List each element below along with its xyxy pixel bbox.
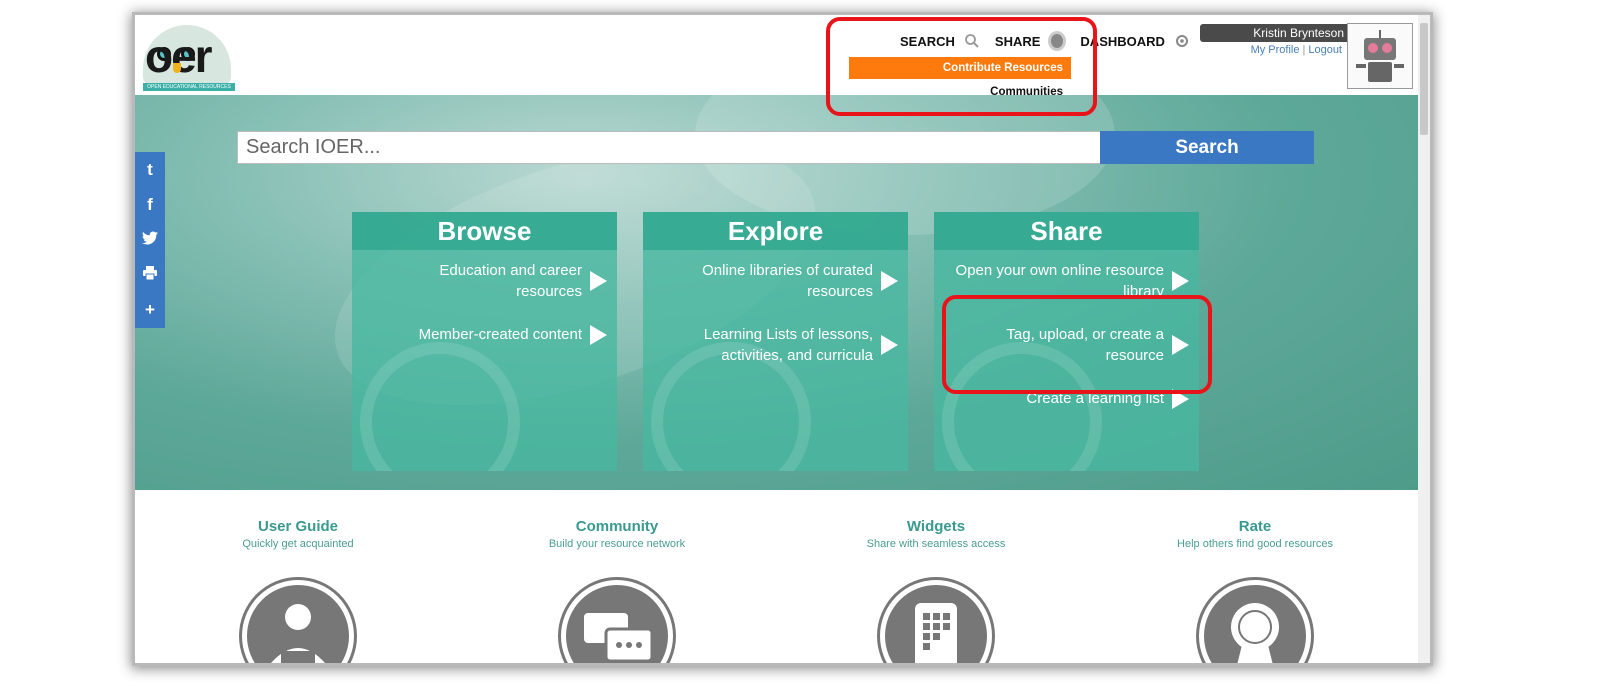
browse-card: Browse Education and career resources Me… — [352, 212, 617, 471]
owl-beak — [173, 63, 181, 73]
add-share-icon[interactable]: + — [135, 292, 165, 327]
highlight-share-menu — [826, 17, 1097, 116]
share-title: Share — [934, 212, 1199, 250]
award-icon — [1199, 580, 1311, 663]
link-text: Member-created content — [418, 326, 582, 343]
reader-icon — [242, 580, 354, 663]
link-text: Learning Lists of lessons, activities, a… — [703, 326, 873, 364]
dashboard-icon — [1173, 32, 1191, 50]
my-profile-link[interactable]: My Profile — [1251, 44, 1300, 56]
feature-widgets[interactable]: Widgets Share with seamless access — [826, 518, 1046, 663]
feature-rate[interactable]: Rate Help others find good resources — [1145, 518, 1365, 663]
oer-logo[interactable]: oer OPEN EDUCATIONAL RESOURCES — [143, 25, 235, 91]
avatar[interactable] — [1347, 23, 1413, 89]
link-text: Online libraries of curated resources — [702, 262, 873, 300]
user-name: Kristin Brynteson — [1200, 24, 1350, 42]
chat-icon — [561, 580, 673, 663]
feature-subtitle: Help others find good resources — [1177, 538, 1333, 550]
play-arrow-icon — [590, 324, 607, 345]
social-share-bar: t f + — [135, 152, 165, 328]
logo-strip: OPEN EDUCATIONAL RESOURCES — [143, 83, 235, 91]
site-header: oer OPEN EDUCATIONAL RESOURCES SEARCH SH… — [135, 15, 1418, 102]
browse-link-education[interactable]: Education and career resources — [367, 260, 607, 302]
play-arrow-icon — [881, 335, 898, 355]
browse-link-member-content[interactable]: Member-created content — [367, 324, 607, 345]
scrollbar-thumb[interactable] — [1420, 23, 1428, 135]
print-icon[interactable] — [135, 257, 165, 292]
feature-community[interactable]: Community Build your resource network — [507, 518, 727, 663]
highlight-tag-upload — [942, 295, 1212, 394]
play-arrow-icon — [1172, 271, 1189, 291]
logout-link[interactable]: Logout — [1308, 44, 1342, 56]
explore-card: Explore Online libraries of curated reso… — [643, 212, 908, 471]
tumblr-icon[interactable]: t — [135, 152, 165, 187]
search-input[interactable]: Search IOER... — [237, 131, 1101, 164]
user-panel: Kristin Brynteson My Profile | Logout — [1200, 24, 1350, 56]
logo-text: oer — [145, 30, 213, 82]
magnifier-watermark-icon — [360, 342, 520, 471]
twitter-icon[interactable] — [135, 222, 165, 257]
hero-section: Search IOER... Search Browse Education a… — [135, 95, 1418, 490]
feature-title: User Guide — [257, 518, 339, 535]
browser-viewport: oer OPEN EDUCATIONAL RESOURCES SEARCH SH… — [135, 15, 1430, 663]
play-arrow-icon — [590, 271, 607, 291]
user-links: My Profile | Logout — [1250, 44, 1342, 56]
browse-title: Browse — [352, 212, 617, 250]
feature-subtitle: Build your resource network — [548, 538, 686, 550]
feature-title: Widgets — [906, 518, 966, 535]
feature-user-guide[interactable]: User Guide Quickly get acquainted — [188, 518, 408, 663]
widget-grid-icon — [880, 580, 992, 663]
explore-link-libraries[interactable]: Online libraries of curated resources — [658, 260, 898, 302]
explore-link-learning-lists[interactable]: Learning Lists of lessons, activities, a… — [658, 324, 898, 366]
feature-subtitle: Quickly get acquainted — [242, 538, 354, 550]
play-arrow-icon — [881, 271, 898, 291]
search-button[interactable]: Search — [1100, 131, 1314, 164]
vertical-scrollbar[interactable] — [1418, 15, 1430, 663]
link-text: Education and career resources — [439, 262, 582, 300]
feature-subtitle: Share with seamless access — [866, 538, 1006, 550]
explore-title: Explore — [643, 212, 908, 250]
facebook-icon[interactable]: f — [135, 187, 165, 222]
feature-title: Community — [575, 518, 659, 535]
feature-title: Rate — [1238, 518, 1272, 535]
